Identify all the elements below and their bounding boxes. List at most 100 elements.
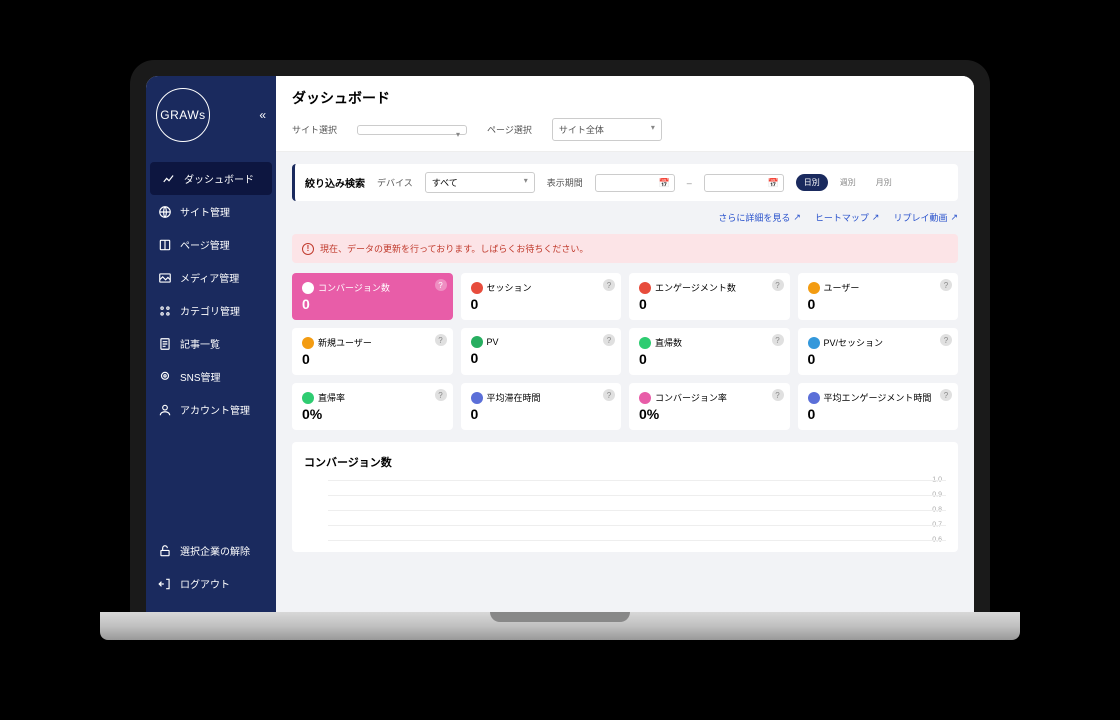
metric-value: 0 [639, 351, 780, 367]
sidebar: GRAWs « ダッシュボード サイト管理 [146, 76, 276, 620]
help-icon[interactable]: ? [435, 334, 447, 346]
globe-icon [158, 205, 172, 219]
main-content: ダッシュボード サイト選択 ページ選択 サイト全体 絞り込み検索 デバイス すべ… [276, 76, 974, 620]
help-icon[interactable]: ? [603, 334, 615, 346]
sidebar-item-dashboard[interactable]: ダッシュボード [150, 162, 272, 195]
external-link-icon: ↗ [950, 212, 958, 223]
metric-card[interactable]: エンゲージメント数 0 ? [629, 273, 790, 320]
nav-label: サイト管理 [180, 204, 230, 219]
date-from-input[interactable] [595, 174, 675, 192]
card-header: 平均エンゲージメント時間 [808, 391, 949, 404]
nav-label: SNS管理 [180, 369, 221, 384]
metric-label: コンバージョン数 [318, 281, 390, 294]
sidebar-item-site[interactable]: サイト管理 [146, 195, 276, 228]
alert-icon: ! [302, 243, 314, 255]
help-icon[interactable]: ? [435, 279, 447, 291]
site-select[interactable] [357, 125, 467, 135]
page-select[interactable]: サイト全体 [552, 118, 662, 141]
book-icon [158, 238, 172, 252]
metric-card[interactable]: ユーザー 0 ? [798, 273, 959, 320]
laptop-base [100, 612, 1020, 640]
card-header: PV/セッション [808, 336, 949, 349]
sidebar-item-release-company[interactable]: 選択企業の解除 [146, 534, 276, 567]
pin-icon [158, 370, 172, 384]
help-icon[interactable]: ? [772, 334, 784, 346]
sidebar-item-media[interactable]: メディア管理 [146, 261, 276, 294]
metric-value: 0 [471, 350, 612, 366]
card-header: コンバージョン数 [302, 281, 443, 294]
link-label: さらに詳細を見る [718, 211, 790, 224]
metrics-grid: コンバージョン数 0 ? セッション 0 ? エンゲージメント数 0 ? ユーザ… [292, 273, 958, 430]
metric-card[interactable]: 平均エンゲージメント時間 0 ? [798, 383, 959, 430]
nav-label: メディア管理 [180, 270, 239, 285]
help-icon[interactable]: ? [940, 389, 952, 401]
help-icon[interactable]: ? [940, 334, 952, 346]
period-label: 表示期間 [547, 176, 583, 189]
grid-icon [158, 304, 172, 318]
link-replay[interactable]: リプレイ動画 ↗ [893, 211, 958, 224]
device-select[interactable]: すべて [425, 172, 535, 193]
card-header: 平均滞在時間 [471, 391, 612, 404]
select-row: サイト選択 ページ選択 サイト全体 [292, 118, 958, 141]
chart-line-icon [162, 172, 176, 186]
metric-label: ユーザー [824, 281, 860, 294]
nav-label: ダッシュボード [184, 171, 254, 186]
metric-card[interactable]: 直帰率 0% ? [292, 383, 453, 430]
topbar: ダッシュボード サイト選択 ページ選択 サイト全体 [276, 76, 974, 152]
sidebar-item-sns[interactable]: SNS管理 [146, 360, 276, 393]
link-more-details[interactable]: さらに詳細を見る ↗ [718, 211, 801, 224]
nav-label: カテゴリ管理 [180, 303, 240, 318]
period-daily[interactable]: 日別 [796, 174, 828, 191]
metric-card[interactable]: セッション 0 ? [461, 273, 622, 320]
help-icon[interactable]: ? [603, 279, 615, 291]
metric-card[interactable]: PV 0 ? [461, 328, 622, 375]
card-header: エンゲージメント数 [639, 281, 780, 294]
card-header: PV [471, 336, 612, 348]
link-heatmap[interactable]: ヒートマップ ↗ [815, 211, 880, 224]
help-icon[interactable]: ? [435, 389, 447, 401]
date-to-input[interactable] [704, 174, 784, 192]
grid-line [328, 510, 946, 511]
help-icon[interactable]: ? [772, 389, 784, 401]
metric-card[interactable]: コンバージョン率 0% ? [629, 383, 790, 430]
metric-value: 0 [808, 406, 949, 422]
help-icon[interactable]: ? [772, 279, 784, 291]
metric-icon [639, 337, 651, 349]
alert-text: 現在、データの更新を行っております。しばらくお待ちください。 [320, 242, 588, 255]
sidebar-item-page[interactable]: ページ管理 [146, 228, 276, 261]
date-separator: – [687, 178, 692, 188]
metric-value: 0 [808, 296, 949, 312]
metric-card[interactable]: 新規ユーザー 0 ? [292, 328, 453, 375]
metric-icon [639, 282, 651, 294]
metric-card[interactable]: 直帰数 0 ? [629, 328, 790, 375]
metric-label: 直帰率 [318, 391, 345, 404]
help-icon[interactable]: ? [940, 279, 952, 291]
card-header: 直帰率 [302, 391, 443, 404]
metric-value: 0 [471, 296, 612, 312]
metric-label: 平均滞在時間 [487, 391, 541, 404]
sidebar-item-account[interactable]: アカウント管理 [146, 393, 276, 426]
sidebar-item-articles[interactable]: 記事一覧 [146, 327, 276, 360]
nav-label: 選択企業の解除 [180, 543, 250, 558]
metric-label: コンバージョン率 [655, 391, 727, 404]
image-icon [158, 271, 172, 285]
nav-label: アカウント管理 [180, 402, 250, 417]
metric-label: エンゲージメント数 [655, 281, 736, 294]
help-icon[interactable]: ? [603, 389, 615, 401]
site-select-label: サイト選択 [292, 123, 337, 136]
metric-label: 平均エンゲージメント時間 [824, 391, 932, 404]
period-monthly[interactable]: 月別 [868, 174, 900, 191]
metric-icon [471, 336, 483, 348]
sidebar-item-category[interactable]: カテゴリ管理 [146, 294, 276, 327]
sidebar-item-logout[interactable]: ログアウト [146, 567, 276, 600]
metric-card[interactable]: PV/セッション 0 ? [798, 328, 959, 375]
sidebar-collapse-icon[interactable]: « [259, 108, 266, 122]
metric-icon [302, 392, 314, 404]
metric-card[interactable]: 平均滞在時間 0 ? [461, 383, 622, 430]
grid-line [328, 495, 946, 496]
metric-card[interactable]: コンバージョン数 0 ? [292, 273, 453, 320]
grid-line [328, 480, 946, 481]
period-weekly[interactable]: 週別 [832, 174, 864, 191]
nav-main: ダッシュボード サイト管理 ページ管理 [146, 162, 276, 426]
metric-icon [808, 392, 820, 404]
